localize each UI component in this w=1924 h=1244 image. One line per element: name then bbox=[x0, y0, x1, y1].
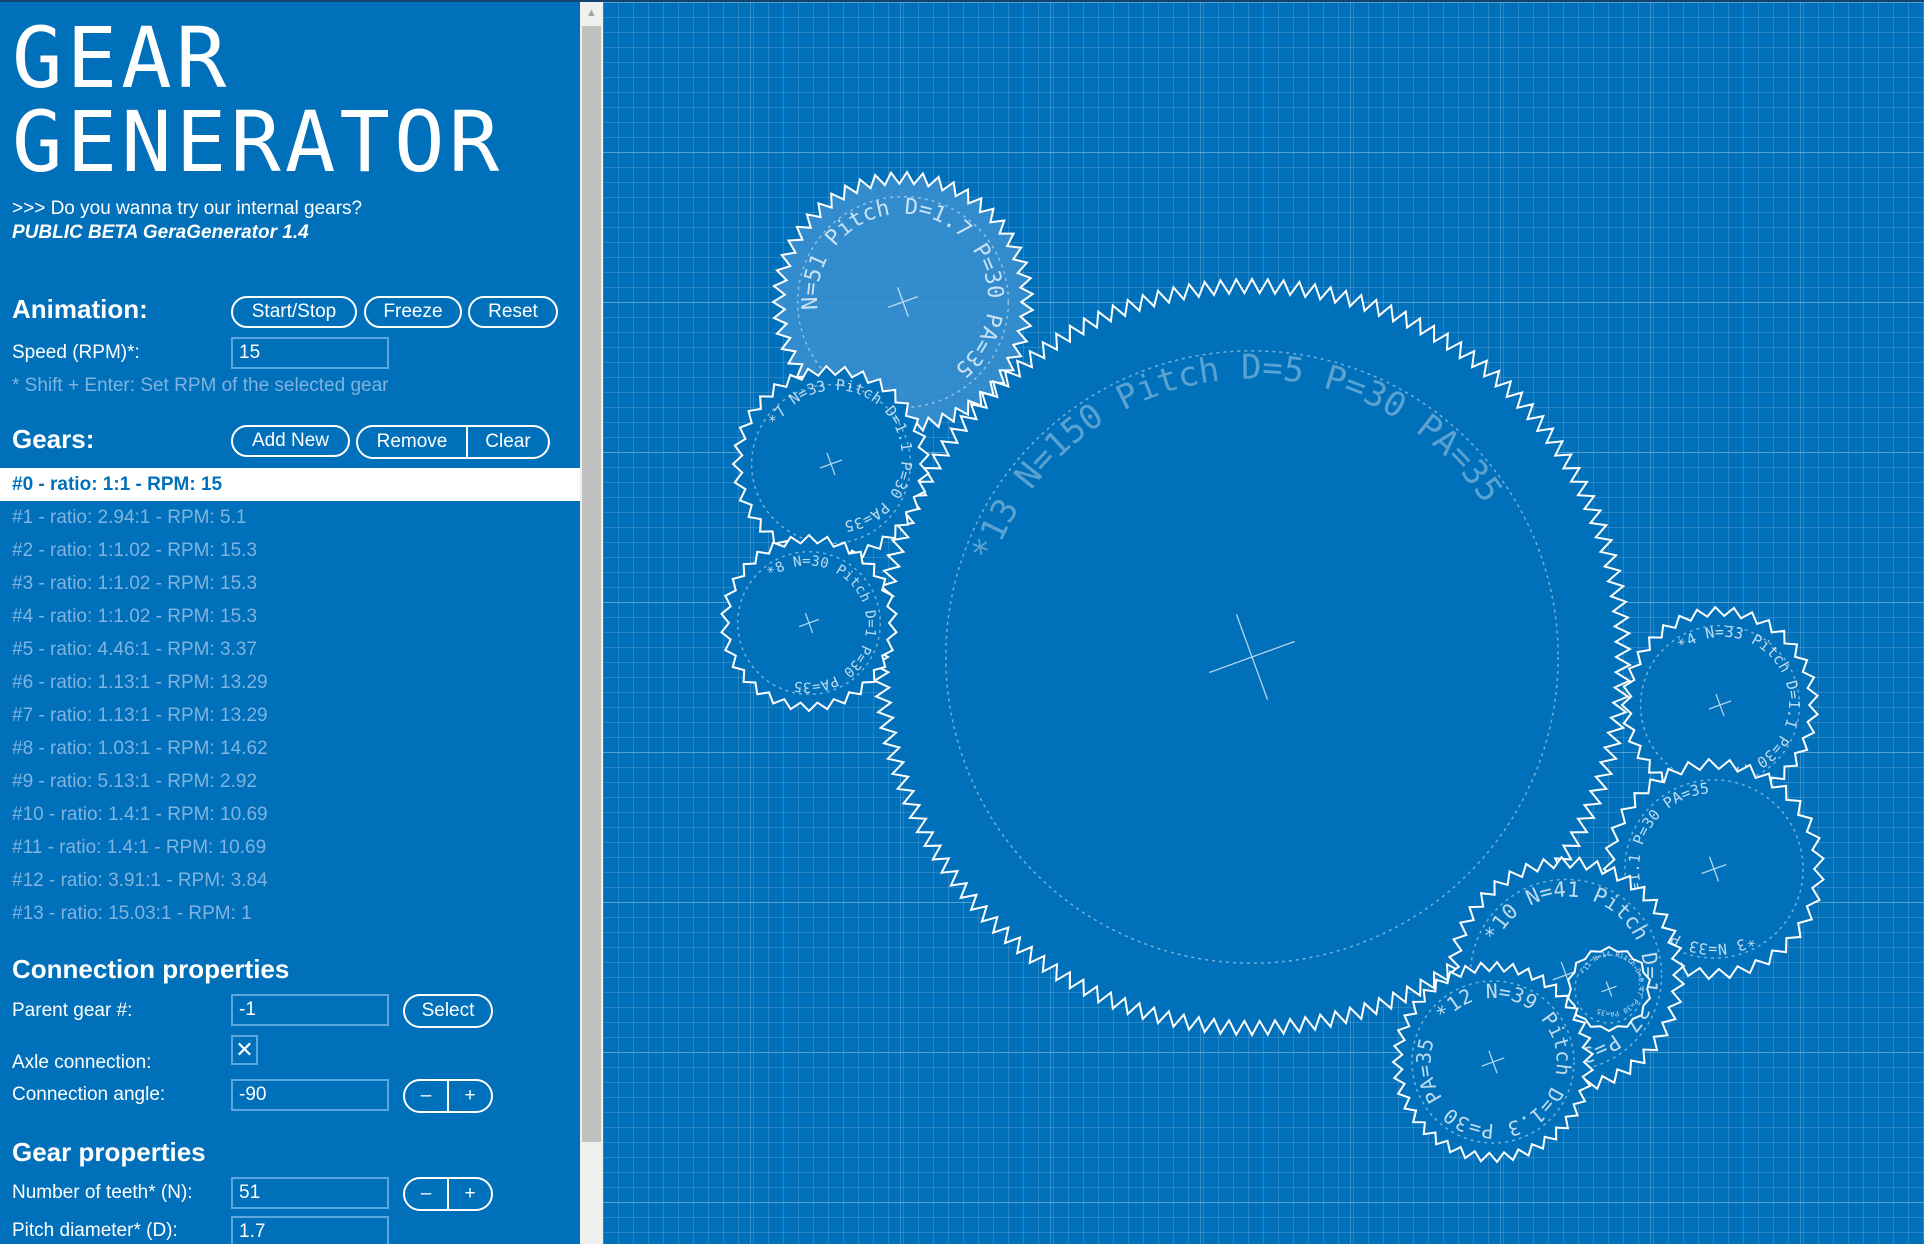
gear-list-item[interactable]: #5 - ratio: 4.46:1 - RPM: 3.37 bbox=[0, 633, 580, 666]
scroll-up-arrow-icon[interactable]: ▲ bbox=[580, 2, 603, 24]
gear-list-item[interactable]: #12 - ratio: 3.91:1 - RPM: 3.84 bbox=[0, 864, 580, 897]
scrollbar-thumb[interactable] bbox=[582, 26, 601, 1142]
gear-list-item[interactable]: #10 - ratio: 1.4:1 - RPM: 10.69 bbox=[0, 798, 580, 831]
pitch-diameter-label: Pitch diameter* (D): bbox=[12, 1220, 178, 1241]
gear-canvas[interactable]: N=51 Pitch D=1.7 P=30 PA=35 *13 N=150 Pit… bbox=[603, 2, 1924, 1244]
teeth-count-label: Number of teeth* (N): bbox=[12, 1182, 193, 1203]
connection-properties-heading: Connection properties bbox=[12, 954, 290, 984]
beta-version-label: PUBLIC BETA GeraGenerator 1.4 bbox=[12, 222, 309, 243]
sidebar-scrollbar[interactable]: ▲ bbox=[580, 2, 603, 1244]
teeth-increment-button[interactable]: + bbox=[447, 1179, 491, 1209]
parent-gear-input[interactable] bbox=[231, 994, 389, 1026]
gear-list-item[interactable]: #3 - ratio: 1:1.02 - RPM: 15.3 bbox=[0, 567, 580, 600]
connection-angle-input[interactable] bbox=[231, 1079, 389, 1111]
gears-heading: Gears: bbox=[12, 424, 95, 454]
app-title-line1: GEAR bbox=[12, 9, 231, 107]
gear-properties-heading: Gear properties bbox=[12, 1137, 206, 1167]
gear-list-item[interactable]: #4 - ratio: 1:1.02 - RPM: 15.3 bbox=[0, 600, 580, 633]
clear-gears-button[interactable]: Clear bbox=[466, 427, 548, 457]
gear-list-item[interactable]: #6 - ratio: 1.13:1 - RPM: 13.29 bbox=[0, 666, 580, 699]
gear-list-item[interactable]: #13 - ratio: 15.03:1 - RPM: 1 bbox=[0, 897, 580, 930]
angle-stepper: – + bbox=[403, 1079, 493, 1113]
app-title: GEAR GENERATOR bbox=[12, 16, 503, 184]
speed-input[interactable] bbox=[231, 337, 389, 369]
gear-list-item[interactable]: #1 - ratio: 2.94:1 - RPM: 5.1 bbox=[0, 501, 580, 534]
axle-connection-label: Axle connection: bbox=[12, 1052, 152, 1073]
gear-list: #0 - ratio: 1:1 - RPM: 15 #1 - ratio: 2.9… bbox=[0, 468, 580, 930]
gear-8[interactable]: *8 N=30 Pitch D=1 P=30 PA=35 bbox=[720, 533, 898, 713]
app-title-line2: GENERATOR bbox=[12, 93, 504, 191]
connection-angle-label: Connection angle: bbox=[12, 1084, 166, 1105]
parent-gear-label: Parent gear #: bbox=[12, 1000, 133, 1021]
angle-increment-button[interactable]: + bbox=[447, 1081, 491, 1111]
animation-heading: Animation: bbox=[12, 294, 148, 324]
internal-gears-link[interactable]: >>> Do you wanna try our internal gears? bbox=[12, 198, 362, 220]
freeze-button[interactable]: Freeze bbox=[364, 296, 462, 328]
gear-list-item[interactable]: #9 - ratio: 5.13:1 - RPM: 2.92 bbox=[0, 765, 580, 798]
angle-decrement-button[interactable]: – bbox=[405, 1081, 447, 1111]
gear-list-item[interactable]: #8 - ratio: 1.03:1 - RPM: 14.62 bbox=[0, 732, 580, 765]
pitch-diameter-input[interactable] bbox=[231, 1216, 389, 1244]
speed-hint: * Shift + Enter: Set RPM of the selected… bbox=[12, 375, 389, 396]
add-new-gear-button[interactable]: Add New bbox=[231, 425, 350, 457]
control-panel: GEAR GENERATOR >>> Do you wanna try our … bbox=[0, 2, 580, 1244]
start-stop-button[interactable]: Start/Stop bbox=[231, 296, 357, 328]
gear-drawing[interactable]: N=51 Pitch D=1.7 P=30 PA=35*13 N=150 Pit… bbox=[603, 2, 1924, 1244]
gear-list-item[interactable]: #11 - ratio: 1.4:1 - RPM: 10.69 bbox=[0, 831, 580, 864]
axle-connection-checkbox[interactable]: ✕ bbox=[231, 1035, 258, 1065]
teeth-count-input[interactable] bbox=[231, 1177, 389, 1209]
speed-label: Speed (RPM)*: bbox=[12, 342, 140, 363]
remove-clear-group: Remove Clear bbox=[356, 425, 550, 459]
gear-list-item[interactable]: #0 - ratio: 1:1 - RPM: 15 bbox=[0, 468, 580, 501]
teeth-decrement-button[interactable]: – bbox=[405, 1179, 447, 1209]
gear-list-item[interactable]: #7 - ratio: 1.13:1 - RPM: 13.29 bbox=[0, 699, 580, 732]
teeth-stepper: – + bbox=[403, 1177, 493, 1211]
reset-button[interactable]: Reset bbox=[468, 296, 558, 328]
select-parent-button[interactable]: Select bbox=[403, 994, 493, 1028]
remove-gear-button[interactable]: Remove bbox=[358, 427, 466, 457]
gear-list-item[interactable]: #2 - ratio: 1:1.02 - RPM: 15.3 bbox=[0, 534, 580, 567]
